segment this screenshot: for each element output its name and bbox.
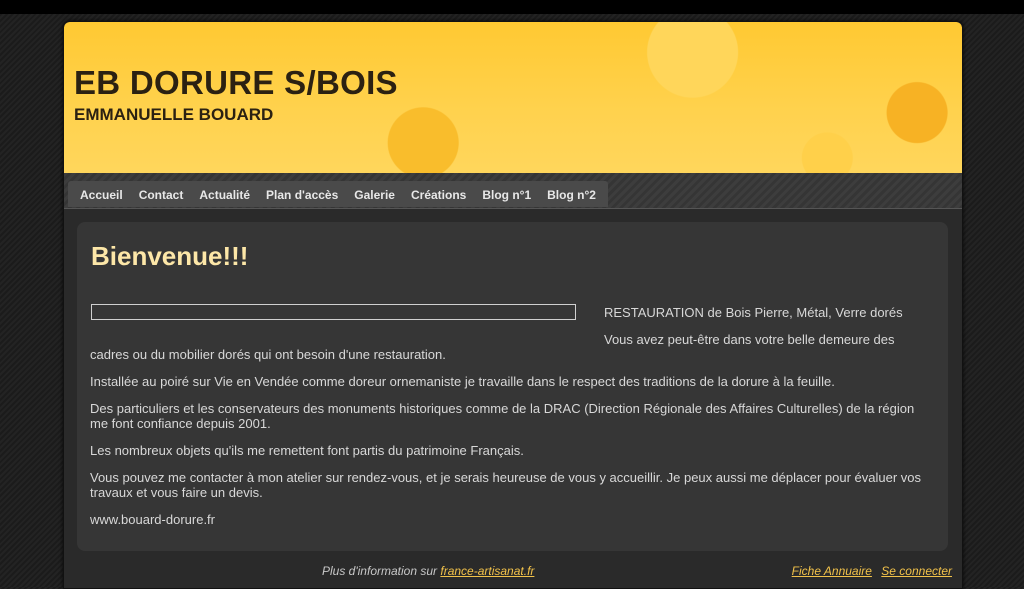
footer-info: Plus d'information sur france-artisanat.… — [322, 564, 534, 578]
nav-item-galerie[interactable]: Galerie — [346, 181, 403, 207]
intro-line: RESTAURATION de Bois Pierre, Métal, Verr… — [604, 305, 903, 320]
website-url: www.bouard-dorure.fr — [90, 512, 215, 527]
top-black-bar — [0, 0, 1024, 14]
paragraph-2-end: cadres ou du mobilier dorés qui ont beso… — [90, 347, 446, 362]
paragraph-3: Installée au poiré sur Vie en Vendée com… — [90, 374, 835, 389]
site-header: EB DORURE S/BOIS EMMANUELLE BOUARD — [64, 22, 962, 173]
main-menu: Accueil Contact Actualité Plan d'accès G… — [68, 181, 608, 207]
navigation-bar: Accueil Contact Actualité Plan d'accès G… — [64, 173, 962, 209]
fiche-annuaire-link[interactable]: Fiche Annuaire — [792, 564, 872, 578]
footer-info-prefix: Plus d'information sur — [322, 564, 438, 578]
image-placeholder — [91, 304, 576, 320]
paragraph-2-start: Vous avez peut-être dans votre belle dem… — [604, 332, 895, 347]
paragraph-6-start: Vous pouvez me contacter à mon atelier s… — [90, 470, 921, 485]
paragraph-4-start: Des particuliers et les conservateurs de… — [90, 401, 915, 416]
france-artisanat-link[interactable]: france-artisanat.fr — [440, 564, 534, 578]
paragraph-5: Les nombreux objets qu'ils me remettent … — [90, 443, 524, 458]
nav-item-accueil[interactable]: Accueil — [72, 181, 131, 207]
login-link[interactable]: Se connecter — [881, 564, 952, 578]
nav-item-plan-acces[interactable]: Plan d'accès — [258, 181, 346, 207]
page-container: EB DORURE S/BOIS EMMANUELLE BOUARD Accue… — [63, 21, 963, 589]
nav-item-creations[interactable]: Créations — [403, 181, 474, 207]
nav-item-blog-1[interactable]: Blog n°1 — [474, 181, 539, 207]
footer-links: Fiche Annuaire Se connecter — [786, 564, 952, 578]
nav-item-contact[interactable]: Contact — [131, 181, 192, 207]
page-heading: Bienvenue!!! — [91, 241, 249, 271]
paragraph-6-end: travaux et vous faire un devis. — [90, 485, 263, 500]
site-subtitle: EMMANUELLE BOUARD — [74, 105, 274, 124]
main-content: Bienvenue!!! RESTAURATION de Bois Pierre… — [77, 222, 948, 551]
paragraph-4-end: me font confiance depuis 2001. — [90, 416, 271, 431]
nav-item-actualite[interactable]: Actualité — [191, 181, 258, 207]
nav-item-blog-2[interactable]: Blog n°2 — [539, 181, 604, 207]
site-title: EB DORURE S/BOIS — [74, 64, 398, 101]
